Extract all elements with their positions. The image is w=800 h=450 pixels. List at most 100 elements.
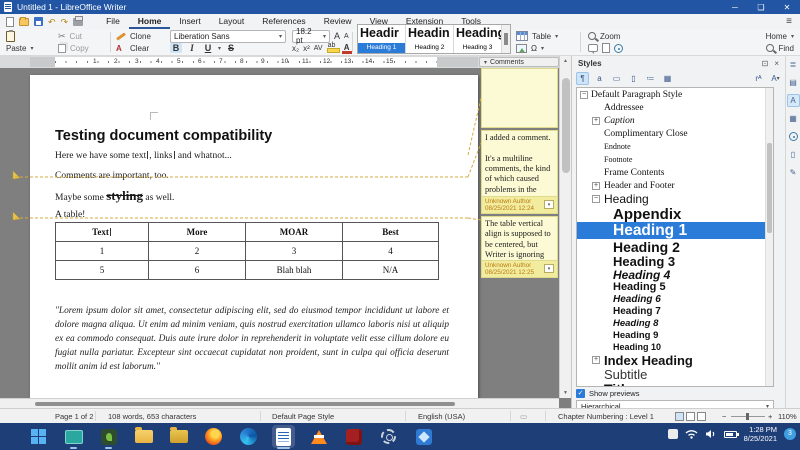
taskbar-app-red[interactable] <box>342 425 365 448</box>
style-item[interactable]: Heading 9 <box>577 329 773 341</box>
style-item[interactable]: Complimentary Close <box>577 127 773 140</box>
multi-page-view-icon[interactable] <box>686 412 695 421</box>
superscript-button[interactable]: x² <box>303 44 310 53</box>
strikethrough-button[interactable]: S <box>225 43 237 53</box>
font-size-select[interactable]: 18.2 pt▾ <box>292 30 330 43</box>
vlc-button[interactable] <box>307 425 330 448</box>
table-button[interactable]: Table▾ <box>516 30 576 42</box>
gallery-tab-icon[interactable]: ▦ <box>787 112 800 125</box>
zoom-in-button[interactable]: + <box>768 412 772 421</box>
font-name-select[interactable]: Liberation Sans▾ <box>170 30 286 43</box>
page-style[interactable]: Default Page Style <box>272 412 334 421</box>
frame-styles-icon[interactable]: ▭ <box>610 72 623 85</box>
fill-format-icon[interactable]: rᴬ <box>752 72 765 85</box>
style-item[interactable]: Heading 7 <box>577 305 773 317</box>
style-item[interactable]: Addressee <box>577 101 773 114</box>
vertical-scrollbar[interactable]: ▲ ▼ <box>559 56 571 398</box>
zoom-slider-thumb[interactable] <box>746 413 749 420</box>
expand-icon[interactable]: + <box>592 356 600 364</box>
new-document-icon[interactable] <box>6 17 14 27</box>
taskbar-clock[interactable]: 1:28 PM 8/25/2021 <box>744 425 777 443</box>
style-item[interactable]: +Header and Footer <box>577 179 773 192</box>
character-styles-icon[interactable]: a <box>593 72 606 85</box>
scroll-up-icon[interactable]: ▲ <box>563 58 568 64</box>
panel-float-icon[interactable]: ⊡ <box>762 59 769 68</box>
style-item[interactable]: −Heading <box>577 192 773 206</box>
style-gallery-heading3[interactable]: Heading Heading 3 <box>454 25 502 53</box>
styles-list-scrollbar[interactable] <box>765 88 773 386</box>
style-item[interactable]: −Default Paragraph Style <box>577 88 773 101</box>
expand-icon[interactable]: + <box>592 117 600 125</box>
menubar-toggle-icon[interactable]: ≡ <box>778 16 800 27</box>
libreoffice-writer-button[interactable] <box>272 425 295 448</box>
zoom-out-button[interactable]: − <box>722 412 726 421</box>
redo-icon[interactable]: ↷ <box>61 17 69 27</box>
style-item[interactable]: Endnote <box>577 140 773 153</box>
edge-button[interactable] <box>237 425 260 448</box>
list-styles-icon[interactable]: ≔ <box>644 72 657 85</box>
underline-caret-icon[interactable]: ▾ <box>218 45 221 52</box>
selection-mode-icon[interactable]: ▭ <box>520 412 527 421</box>
inspector-tab-icon[interactable]: ✎ <box>787 166 800 179</box>
comment-box-2[interactable]: The table vertical align is supposed to … <box>481 216 558 278</box>
scroll-down-icon[interactable]: ▼ <box>563 390 568 396</box>
cut-button[interactable]: ✂Cut <box>58 30 106 42</box>
collapse-icon[interactable]: − <box>580 91 588 99</box>
taskbar-app-green[interactable] <box>97 425 120 448</box>
battery-icon[interactable] <box>724 431 737 438</box>
comment-menu-button[interactable]: ▾ <box>544 200 554 209</box>
styles-tab-icon[interactable]: A <box>787 94 800 107</box>
horizontal-scrollbar-thumb[interactable] <box>35 402 455 406</box>
comment-icon[interactable] <box>588 44 598 52</box>
document-area[interactable]: Testing document compatibility Here we h… <box>0 68 559 398</box>
undo-icon[interactable]: ↶ <box>48 17 56 27</box>
menu-home[interactable]: Home <box>129 15 171 29</box>
paragraph-styles-icon[interactable]: ¶ <box>576 72 589 85</box>
comments-toggle-button[interactable]: ▾ Comments <box>479 57 559 67</box>
horizontal-scrollbar[interactable] <box>0 398 559 408</box>
word-count[interactable]: 108 words, 653 characters <box>108 412 196 421</box>
style-item[interactable]: +Caption <box>577 114 773 127</box>
find-button[interactable]: Find <box>742 42 794 54</box>
style-item[interactable]: Heading 10 <box>577 341 773 353</box>
page-styles-icon[interactable]: ▯ <box>627 72 640 85</box>
taskbar-app-display[interactable] <box>62 425 85 448</box>
comment-menu-button[interactable]: ▾ <box>544 264 554 273</box>
horizontal-ruler[interactable]: 1 2 3 4 5 6 7 8 9 10 11 12 13 14 15 <box>0 56 559 68</box>
new-style-icon[interactable]: A▾ <box>769 72 782 85</box>
clone-formatting-button[interactable]: Clone <box>116 30 166 42</box>
style-item[interactable]: Heading 2 <box>577 239 773 254</box>
document-table[interactable]: Text More MOAR Best 1234 56Blah blahN/A <box>55 222 439 280</box>
navigator-icon[interactable] <box>614 44 623 53</box>
style-item[interactable]: Footnote <box>577 153 773 166</box>
folder-button[interactable] <box>167 425 190 448</box>
char-spacing-icon[interactable]: AV <box>314 45 323 52</box>
photos-button[interactable] <box>412 425 435 448</box>
minimize-button[interactable]: ─ <box>722 0 748 14</box>
firefox-button[interactable] <box>202 425 225 448</box>
copy-button[interactable]: Copy <box>58 42 106 54</box>
page-count[interactable]: Page 1 of 2 <box>55 412 93 421</box>
print-icon[interactable] <box>73 18 83 26</box>
start-button[interactable] <box>27 425 50 448</box>
insert-image-icon[interactable] <box>516 44 527 53</box>
save-icon[interactable] <box>34 17 43 26</box>
underline-button[interactable]: U <box>202 43 214 53</box>
style-item[interactable]: Heading 6 <box>577 293 773 305</box>
outline-position[interactable]: Chapter Numbering : Level 1 <box>558 412 654 421</box>
font-color-icon[interactable]: A <box>342 43 352 53</box>
style-item[interactable]: Appendix <box>577 206 773 222</box>
vertical-scrollbar-thumb[interactable] <box>562 78 570 173</box>
style-item[interactable]: Subtitle <box>577 367 773 381</box>
zoom-level[interactable]: 110% <box>778 412 797 421</box>
menu-review[interactable]: Review <box>315 15 361 29</box>
menu-file[interactable]: File <box>97 15 129 29</box>
italic-button[interactable]: I <box>186 43 198 53</box>
subscript-button[interactable]: x₂ <box>292 44 299 53</box>
style-item[interactable]: Heading 4 <box>577 268 773 281</box>
table-styles-icon[interactable]: ▦ <box>661 72 674 85</box>
style-gallery-scrollbar[interactable] <box>502 25 510 53</box>
text-language[interactable]: English (USA) <box>418 412 465 421</box>
comment-box-1[interactable]: I added a comment. It's a multiline comm… <box>481 130 558 214</box>
single-page-view-icon[interactable] <box>675 412 684 421</box>
